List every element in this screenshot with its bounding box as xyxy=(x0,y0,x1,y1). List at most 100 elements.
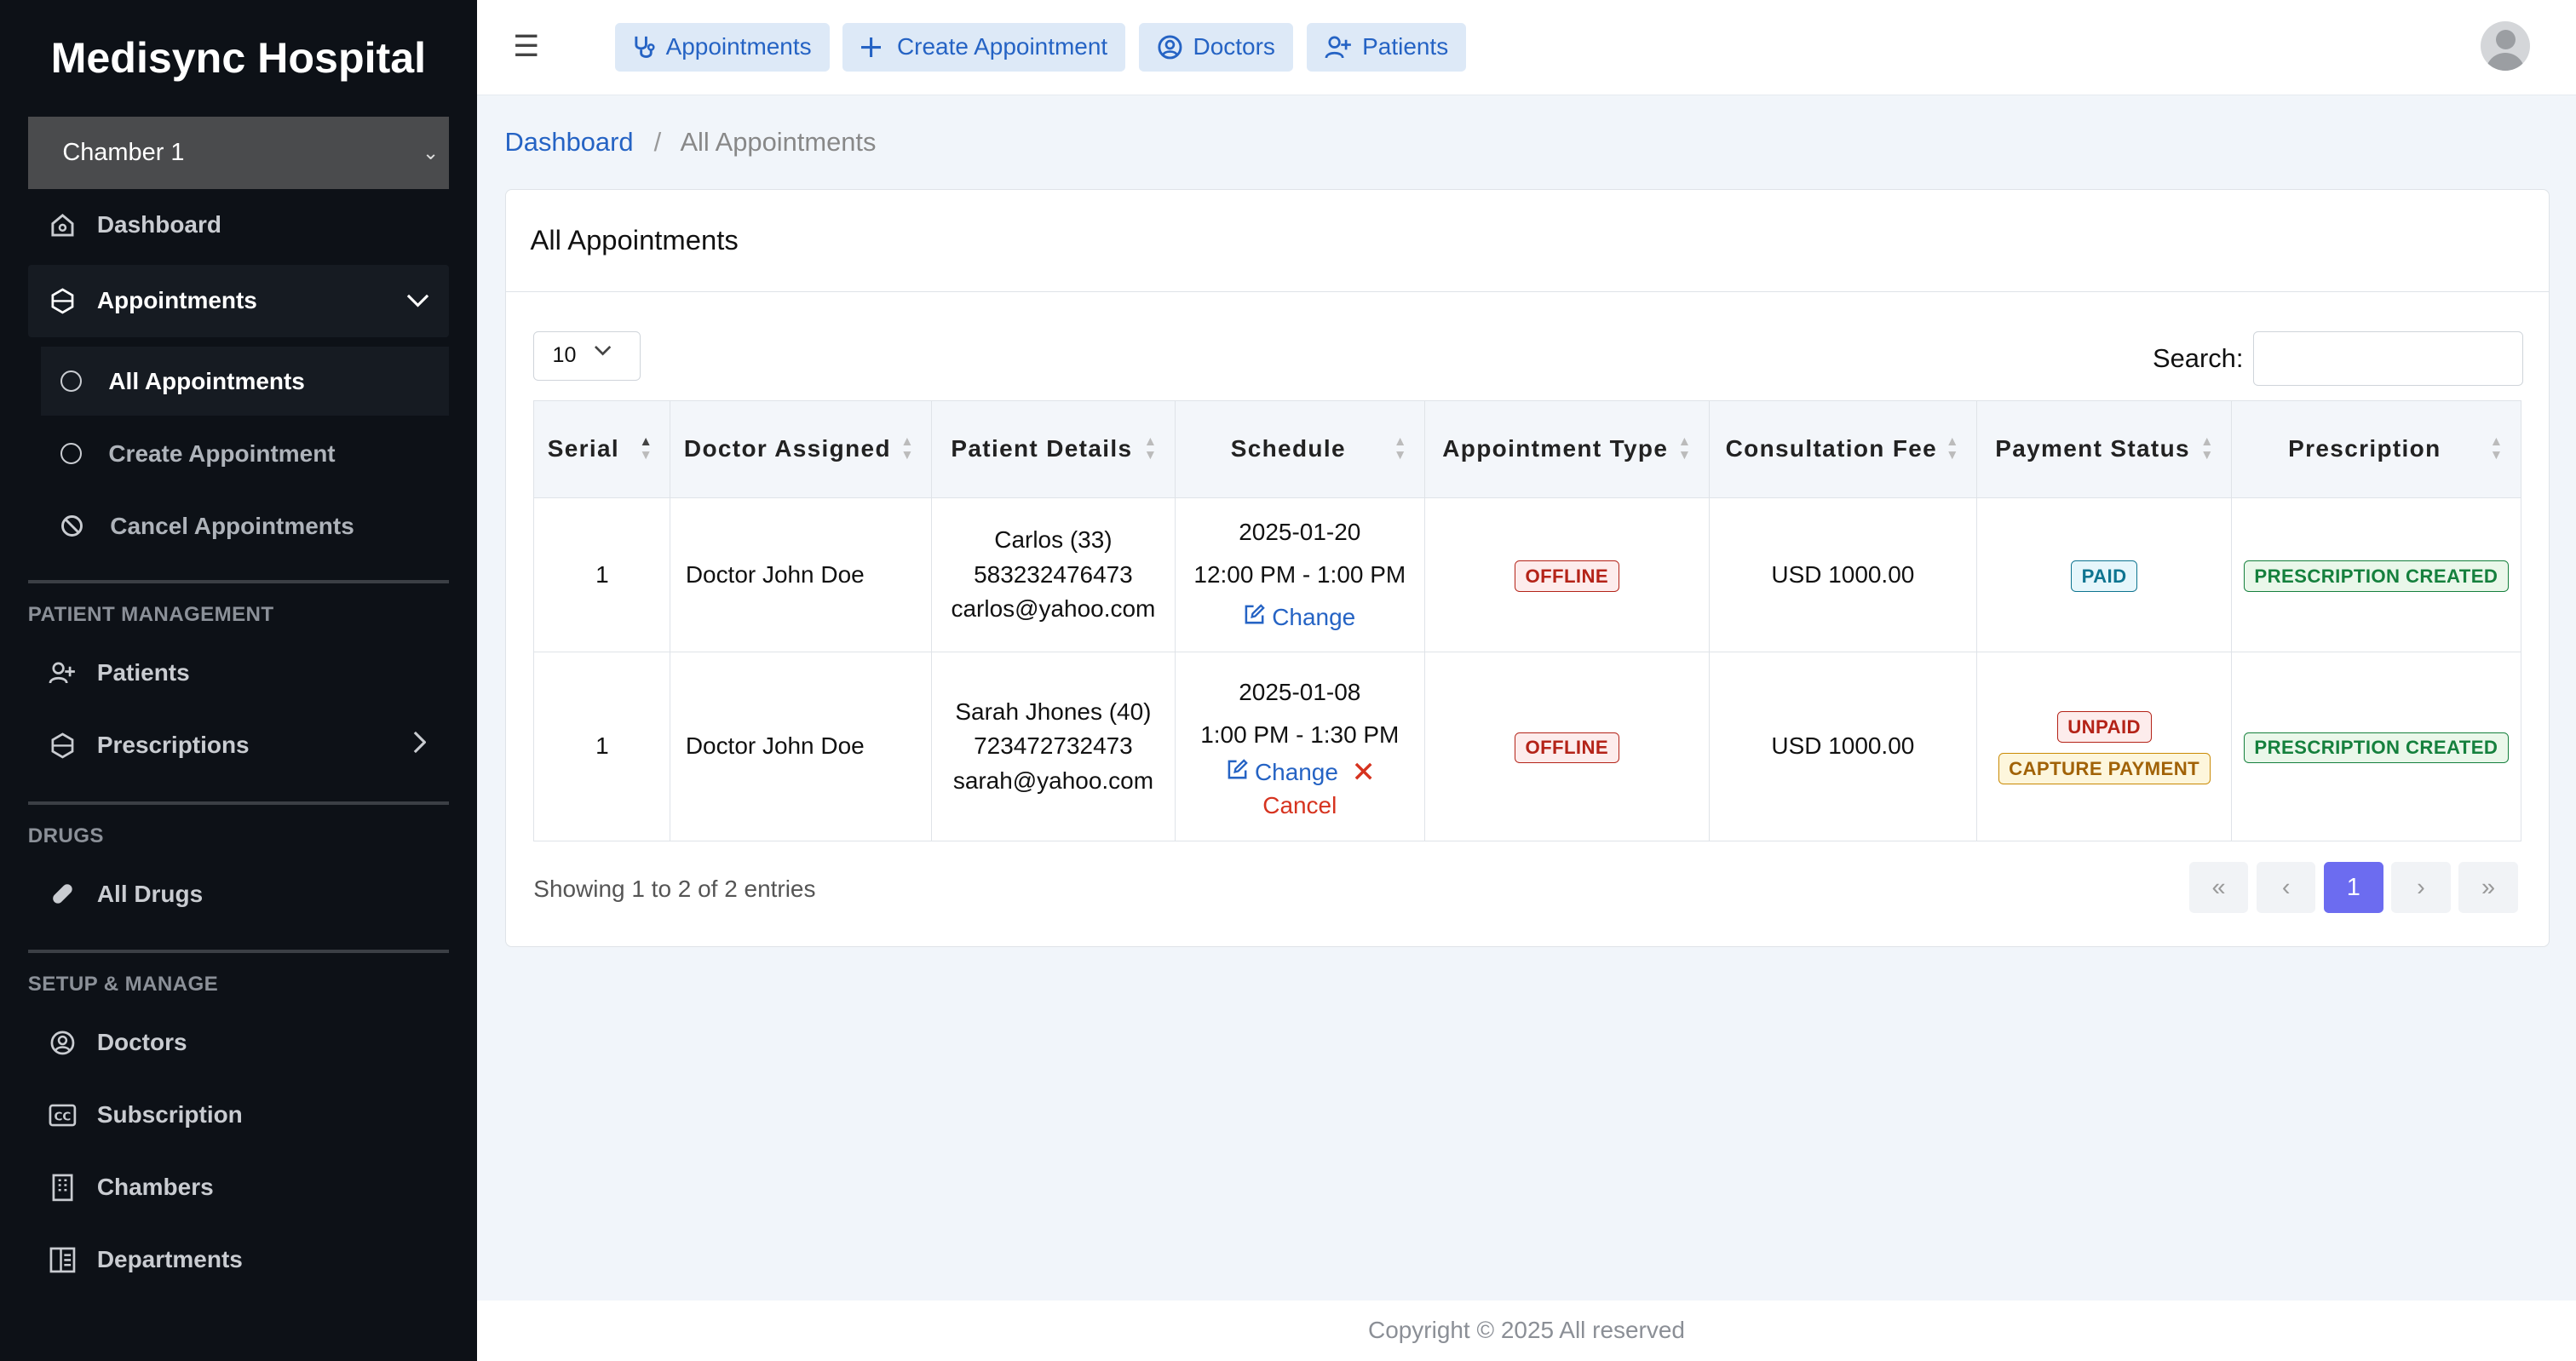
cell-prescription: PRESCRIPTION CREATED xyxy=(2231,652,2521,842)
page-length-select[interactable]: 10 xyxy=(533,330,641,381)
sidebar-item-label: Appointments xyxy=(96,287,257,314)
pagination-prev-button[interactable]: ‹ xyxy=(2256,862,2316,914)
menu-toggle-icon[interactable]: ☰ xyxy=(513,30,555,64)
sidebar-item-label: Dashboard xyxy=(96,211,221,238)
cell-schedule: 2025-01-08 1:00 PM - 1:30 PM Change Canc… xyxy=(1174,652,1425,842)
pagination-last-button[interactable]: » xyxy=(2458,862,2518,914)
sidebar-item-departments[interactable]: Departments xyxy=(28,1224,449,1296)
close-icon xyxy=(1354,759,1372,785)
change-label: Change xyxy=(1272,604,1356,631)
change-label: Change xyxy=(1254,759,1338,786)
payment-status-badge: UNPAID xyxy=(2056,711,2152,743)
chevron-down-icon: ⌄ xyxy=(422,141,440,164)
svg-text:CC: CC xyxy=(54,1110,71,1123)
table-row: 1 Doctor John Doe Carlos (33) 5832324764… xyxy=(533,497,2521,653)
payment-status-badge: PAID xyxy=(2071,560,2138,592)
chamber-select[interactable]: Chamber 1 ⌄ xyxy=(27,117,449,189)
sidebar-item-label: All Appointments xyxy=(108,367,305,394)
sort-icon: ▲ ▼ xyxy=(1143,434,1159,462)
table-row: 1 Doctor John Doe Sarah Jhones (40) 7234… xyxy=(533,652,2521,842)
user-avatar[interactable] xyxy=(2481,21,2531,71)
pagination-next-button[interactable]: › xyxy=(2391,862,2451,914)
edit-icon xyxy=(1244,604,1272,630)
top-patients-button[interactable]: Patients xyxy=(1306,22,1467,72)
sidebar-item-all-drugs[interactable]: All Drugs xyxy=(28,858,449,930)
breadcrumb-separator: / xyxy=(653,126,662,157)
cell-payment: UNPAID CAPTURE PAYMENT xyxy=(1976,652,2233,842)
pagination: « ‹ 1 › » xyxy=(2181,862,2518,914)
th-serial[interactable]: Serial ▲ ▼ xyxy=(533,399,671,498)
th-schedule[interactable]: Schedule ▲ ▼ xyxy=(1174,399,1425,498)
pagination-first-button[interactable]: « xyxy=(2188,862,2249,914)
cell-serial: 1 xyxy=(533,652,671,842)
sidebar-divider xyxy=(27,801,449,805)
sidebar-item-chambers[interactable]: Chambers xyxy=(28,1151,449,1224)
top-patients-label: Patients xyxy=(1362,33,1449,60)
breadcrumb-dashboard-link[interactable]: Dashboard xyxy=(505,127,634,157)
cell-fee: USD 1000.00 xyxy=(1708,497,1978,653)
th-prescription[interactable]: Prescription ▲ ▼ xyxy=(2231,399,2521,498)
change-schedule-link[interactable]: Change xyxy=(1176,596,1424,639)
change-schedule-link[interactable]: Change xyxy=(1227,759,1345,785)
appointments-icon xyxy=(48,286,78,316)
schedule-date: 2025-01-08 xyxy=(1239,678,1361,705)
footer: Copyright © 2025 All reserved xyxy=(476,1300,2576,1361)
cell-doctor: Doctor John Doe xyxy=(670,497,933,653)
sidebar-item-label: Prescriptions xyxy=(96,732,250,759)
user-plus-icon xyxy=(48,658,78,688)
cancel-circle-icon xyxy=(60,514,83,537)
sidebar-item-cancel-appointments[interactable]: Cancel Appointments xyxy=(41,491,449,560)
sort-icon: ▲ ▼ xyxy=(2489,434,2504,462)
sidebar-item-doctors[interactable]: Doctors xyxy=(28,1007,449,1079)
chevron-down-icon xyxy=(594,342,612,362)
prescription-badge[interactable]: PRESCRIPTION CREATED xyxy=(2243,560,2509,592)
top-create-appointment-button[interactable]: Create Appointment xyxy=(842,22,1126,72)
search-input[interactable] xyxy=(2253,330,2523,386)
sort-icon: ▲ ▼ xyxy=(900,434,915,462)
sidebar-divider xyxy=(27,580,449,584)
circle-icon xyxy=(60,443,83,465)
cell-patient: Sarah Jhones (40) 723472732473 sarah@yah… xyxy=(931,652,1176,842)
sidebar-item-patients[interactable]: Patients xyxy=(28,637,449,709)
capture-payment-button[interactable]: CAPTURE PAYMENT xyxy=(1998,753,2211,784)
cell-fee: USD 1000.00 xyxy=(1708,652,1978,842)
sidebar-item-label: Departments xyxy=(96,1246,243,1273)
sidebar-item-all-appointments[interactable]: All Appointments xyxy=(41,347,449,416)
sidebar-item-subscription[interactable]: CC Subscription xyxy=(28,1079,449,1151)
top-navbar: ☰ Appointments Create Appointment Doctor… xyxy=(476,0,2576,95)
cell-prescription: PRESCRIPTION CREATED xyxy=(2231,497,2521,653)
sidebar: Medisync Hospital Chamber 1 ⌄ Dashboard … xyxy=(0,0,477,1361)
table-header-row: Serial ▲ ▼ Doctor Assigned ▲ ▼ Patient Det… xyxy=(533,399,2521,498)
cancel-appointment-link[interactable] xyxy=(1354,759,1372,785)
sidebar-item-label: Subscription xyxy=(96,1101,243,1128)
top-appointments-label: Appointments xyxy=(665,33,812,60)
cell-patient: Carlos (33) 583232476473 carlos@yahoo.co… xyxy=(931,497,1176,653)
sidebar-item-create-appointment[interactable]: Create Appointment xyxy=(41,419,449,488)
th-doctor[interactable]: Doctor Assigned ▲ ▼ xyxy=(670,399,933,498)
schedule-time: 1:00 PM - 1:30 PM xyxy=(1200,721,1400,749)
patient-phone: 583232476473 xyxy=(974,560,1133,588)
type-badge: OFFLINE xyxy=(1514,732,1619,764)
cancel-label[interactable]: Cancel xyxy=(1176,790,1424,823)
prescription-badge[interactable]: PRESCRIPTION CREATED xyxy=(2243,732,2509,764)
pagination-page-button[interactable]: 1 xyxy=(2324,862,2383,914)
sort-icon: ▲ ▼ xyxy=(1677,434,1693,462)
sidebar-item-appointments[interactable]: Appointments xyxy=(27,264,449,337)
th-payment[interactable]: Payment Status ▲ ▼ xyxy=(1976,399,2233,498)
th-type[interactable]: Appointment Type ▲ ▼ xyxy=(1423,399,1710,498)
cell-payment: PAID xyxy=(1976,497,2233,653)
top-doctors-button[interactable]: Doctors xyxy=(1138,22,1294,72)
type-badge: OFFLINE xyxy=(1514,560,1619,592)
th-fee[interactable]: Consultation Fee ▲ ▼ xyxy=(1708,399,1978,498)
appointments-card: All Appointments 10 Search: Serial ▲ ▼ Do… xyxy=(504,188,2550,947)
section-label-drugs: DRUGS xyxy=(27,824,104,847)
edit-icon xyxy=(1227,759,1255,785)
breadcrumb-current: All Appointments xyxy=(680,126,877,157)
sidebar-item-label: Patients xyxy=(96,659,190,686)
th-patient[interactable]: Patient Details ▲ ▼ xyxy=(931,399,1176,498)
appointments-table: Serial ▲ ▼ Doctor Assigned ▲ ▼ Patient Det… xyxy=(533,399,2521,842)
schedule-actions: Change Cancel xyxy=(1176,756,1424,822)
sidebar-item-prescriptions[interactable]: Prescriptions xyxy=(28,709,449,782)
top-appointments-button[interactable]: Appointments xyxy=(614,22,830,72)
sidebar-item-dashboard[interactable]: Dashboard xyxy=(28,189,449,261)
